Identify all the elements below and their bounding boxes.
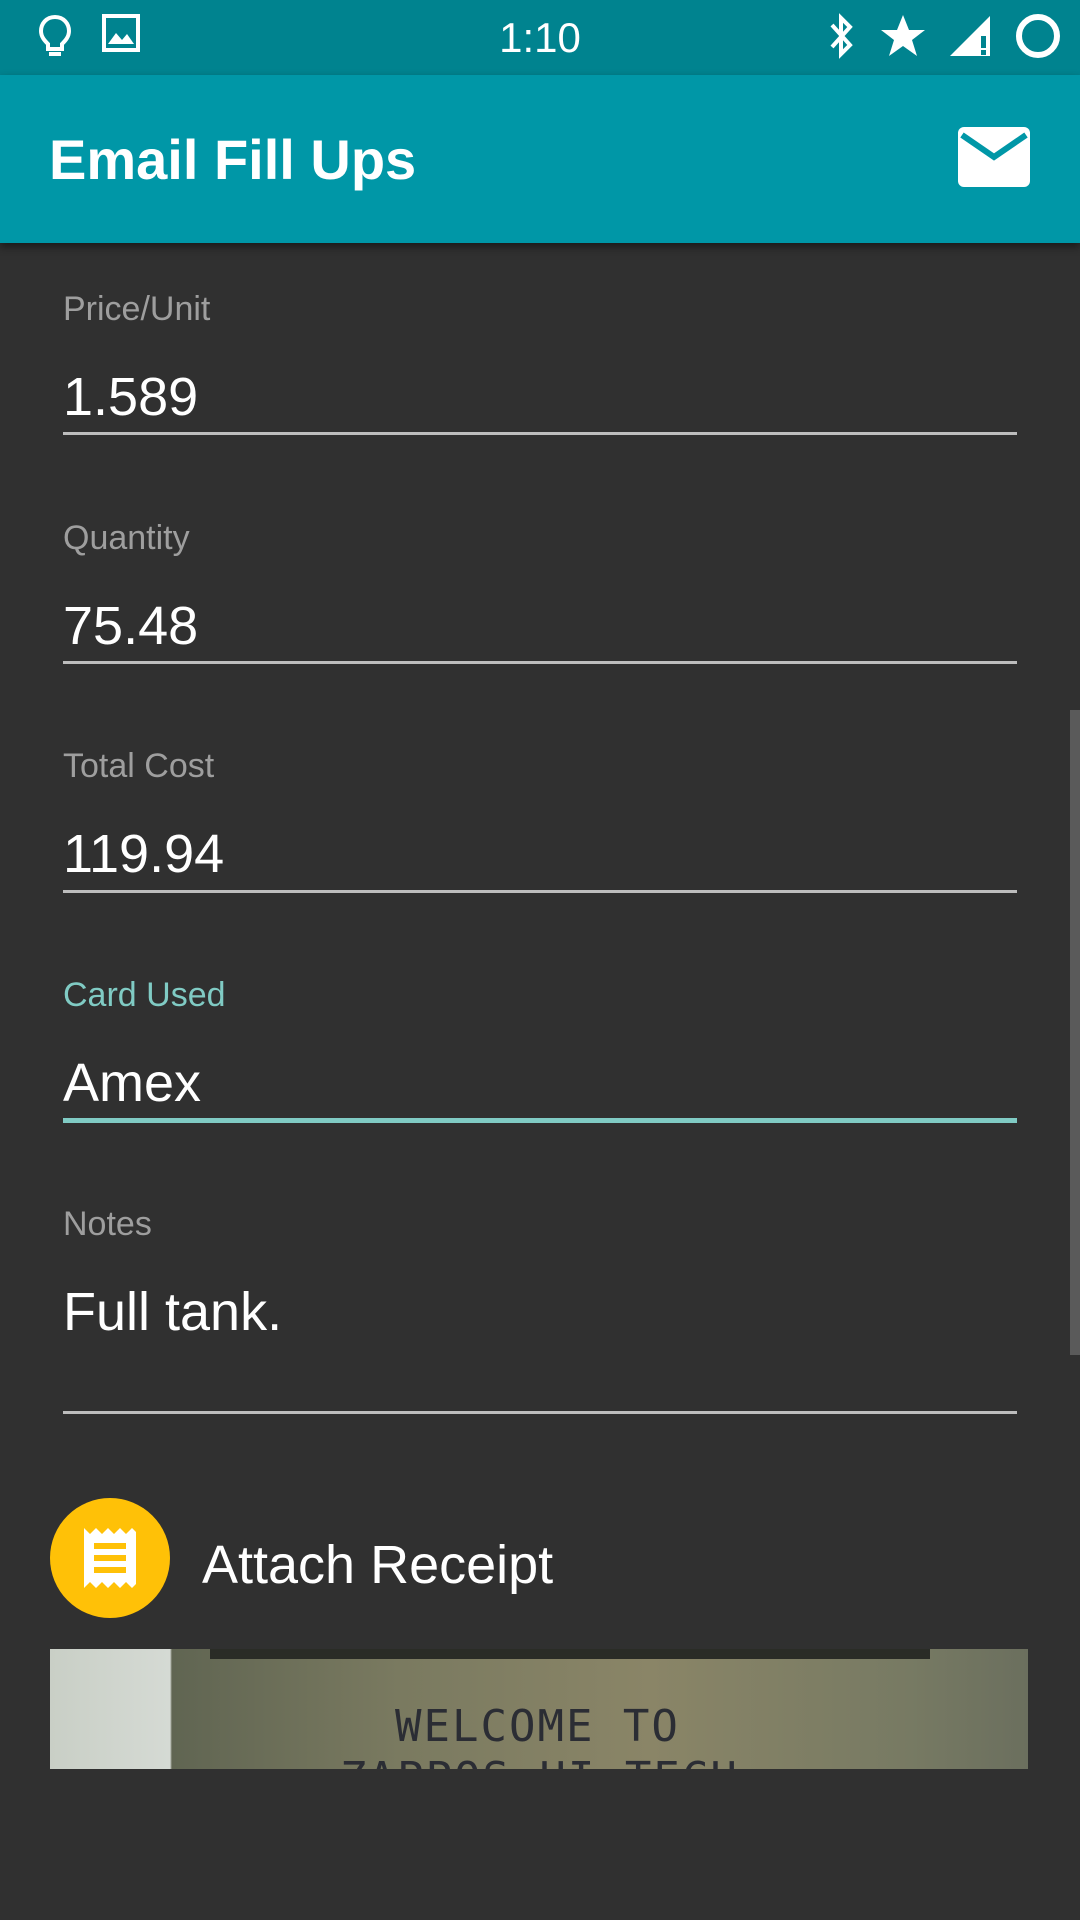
quantity-label: Quantity (63, 519, 190, 557)
receipt-icon (50, 1528, 170, 1622)
signal-icon (948, 14, 992, 63)
loading-ring-icon (1014, 12, 1062, 65)
price-unit-field[interactable]: Price/Unit 1.589 (63, 290, 1017, 435)
price-unit-underline (63, 432, 1017, 435)
receipt-image-strip (210, 1649, 930, 1659)
card-used-label: Card Used (63, 976, 226, 1014)
scrollbar[interactable] (1070, 710, 1080, 1355)
attach-receipt-circle[interactable] (50, 1498, 170, 1618)
quantity-underline (63, 661, 1017, 664)
price-unit-input[interactable]: 1.589 (63, 362, 1017, 432)
app-bar: Email Fill Ups (0, 75, 1080, 243)
card-used-field[interactable]: Card Used Amex (63, 976, 1017, 1123)
star-icon (880, 13, 926, 64)
page-title: Email Fill Ups (49, 128, 417, 191)
receipt-image[interactable]: WELCOME TO ZAPPOS HI TECH (50, 1649, 1028, 1769)
price-unit-label: Price/Unit (63, 290, 211, 328)
email-button[interactable] (958, 127, 1030, 187)
status-right-icons (824, 12, 1062, 65)
total-cost-label: Total Cost (63, 747, 215, 785)
attach-receipt-button[interactable]: Attach Receipt (50, 1498, 1010, 1620)
quantity-field[interactable]: Quantity 75.48 (63, 519, 1017, 664)
status-bar: 1:10 (0, 0, 1080, 75)
notes-field[interactable]: Notes Full tank. (63, 1205, 1017, 1414)
card-used-underline (63, 1118, 1017, 1123)
notes-input[interactable]: Full tank. (63, 1277, 1017, 1347)
total-cost-underline (63, 890, 1017, 893)
total-cost-input[interactable]: 119.94 (63, 819, 1017, 889)
receipt-image-line1: WELCOME TO (395, 1701, 680, 1752)
bluetooth-icon (824, 13, 858, 64)
total-cost-field[interactable]: Total Cost 119.94 (63, 747, 1017, 893)
email-icon (958, 127, 1030, 191)
notes-underline (63, 1411, 1017, 1414)
notes-label: Notes (63, 1205, 152, 1243)
attach-receipt-label: Attach Receipt (202, 1535, 554, 1595)
receipt-image-line2: ZAPPOS HI TECH (340, 1753, 739, 1769)
quantity-input[interactable]: 75.48 (63, 591, 1017, 661)
card-used-input[interactable]: Amex (63, 1048, 1017, 1118)
